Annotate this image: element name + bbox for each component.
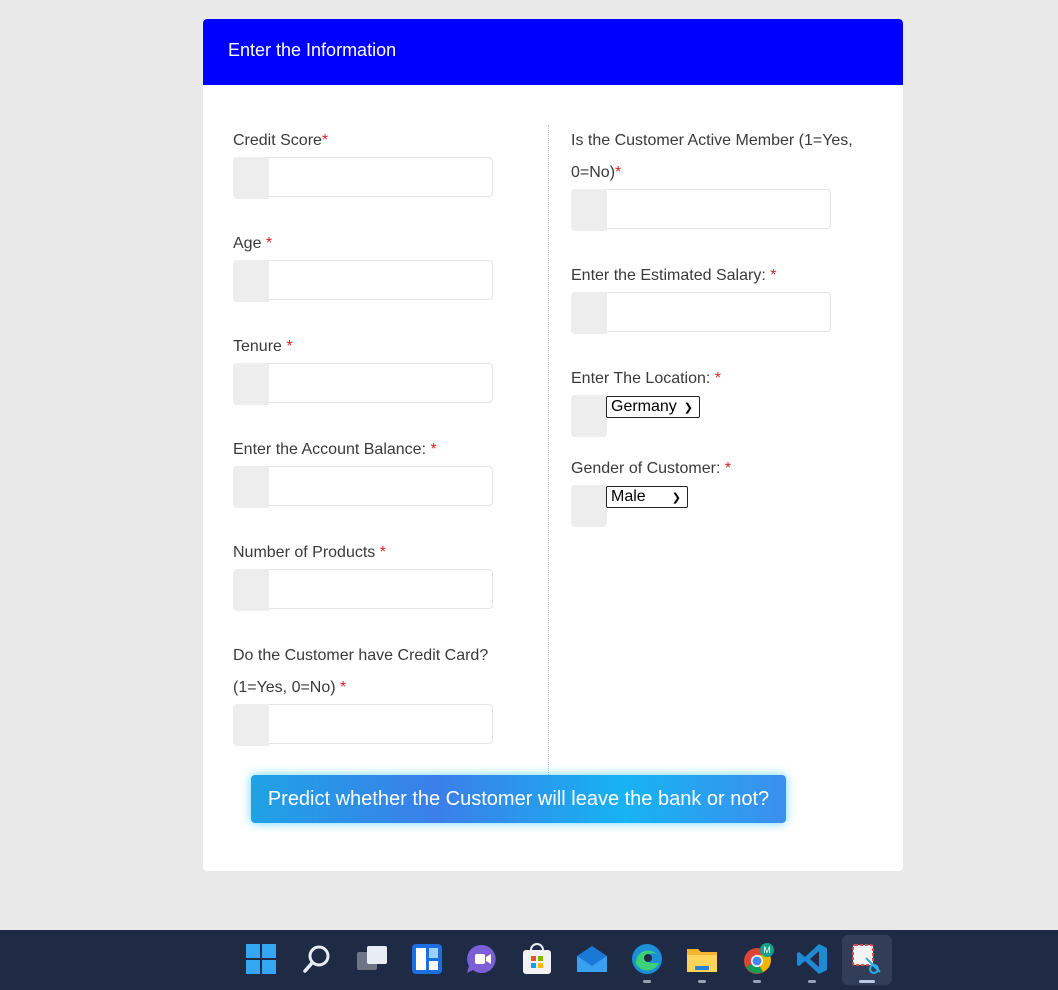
mail-icon[interactable]: [575, 942, 609, 976]
required-mark: *: [724, 460, 732, 477]
active-member-label-line1: Is the Customer Active Member (1=Yes,: [571, 132, 853, 149]
credit-card-field[interactable]: [233, 704, 494, 746]
column-divider: [548, 125, 549, 775]
input-addon: [233, 363, 269, 405]
tenure-input[interactable]: [270, 364, 494, 404]
credit-card-label-line1: Do the Customer have Credit Card?: [233, 647, 489, 664]
required-mark: *: [430, 441, 437, 458]
required-mark: *: [379, 544, 386, 561]
file-explorer-icon[interactable]: [685, 942, 719, 976]
age-field[interactable]: [233, 260, 494, 302]
required-mark: *: [340, 679, 347, 696]
account-balance-label: Enter the Account Balance: *: [233, 441, 437, 458]
teams-chat-icon[interactable]: [465, 942, 499, 976]
account-balance-field[interactable]: [233, 466, 494, 508]
snipping-tool-icon[interactable]: [850, 942, 884, 976]
widgets-icon[interactable]: [410, 942, 444, 976]
input-addon: [571, 189, 607, 231]
tenure-label: Tenure *: [233, 338, 293, 355]
location-label: Enter The Location: *: [571, 370, 722, 387]
running-indicator: [808, 980, 816, 983]
required-mark: *: [321, 132, 329, 149]
estimated-salary-label: Enter the Estimated Salary: *: [571, 267, 777, 284]
age-label: Age *: [233, 235, 273, 252]
form-card: Enter the Information Credit Score* Age …: [203, 19, 903, 871]
active-member-field[interactable]: [571, 189, 832, 231]
windows-start-icon[interactable]: [244, 942, 278, 976]
credit-score-field[interactable]: [233, 157, 494, 199]
required-mark: *: [714, 370, 722, 387]
running-indicator: [643, 980, 651, 983]
tenure-field[interactable]: [233, 363, 494, 405]
num-products-input[interactable]: [270, 570, 494, 610]
predict-button[interactable]: Predict whether the Customer will leave …: [251, 775, 786, 823]
credit-score-label: Credit Score*: [233, 132, 329, 149]
task-view-icon[interactable]: [355, 942, 389, 976]
credit-card-label-line2: (1=Yes, 0=No) *: [233, 679, 347, 696]
input-addon: [233, 260, 269, 302]
edge-icon[interactable]: [630, 942, 664, 976]
running-indicator: [753, 980, 761, 983]
location-addon: [571, 395, 607, 437]
location-select[interactable]: Germany ❯: [606, 396, 700, 418]
num-products-label: Number of Products *: [233, 544, 386, 561]
chrome-icon[interactable]: M: [740, 942, 774, 976]
chevron-down-icon: ❯: [671, 492, 681, 504]
active-indicator: [859, 980, 875, 983]
required-mark: *: [615, 164, 622, 181]
active-member-label-line2: 0=No)*: [571, 164, 622, 181]
gender-select[interactable]: Male ❯: [606, 486, 688, 508]
running-indicator: [698, 980, 706, 983]
input-addon: [233, 157, 269, 199]
required-mark: *: [286, 338, 293, 355]
input-addon: [233, 466, 269, 508]
active-member-input[interactable]: [608, 190, 832, 230]
gender-addon: [571, 485, 607, 527]
estimated-salary-field[interactable]: [571, 292, 832, 334]
num-products-field[interactable]: [233, 569, 494, 611]
card-header: Enter the Information: [203, 19, 903, 85]
vscode-icon[interactable]: [795, 942, 829, 976]
required-mark: *: [265, 235, 273, 252]
credit-score-input[interactable]: [270, 158, 494, 198]
age-input[interactable]: [270, 261, 494, 301]
gender-label: Gender of Customer: *: [571, 460, 732, 477]
required-mark: *: [770, 267, 777, 284]
taskbar: M: [0, 930, 1058, 990]
chevron-down-icon: ❯: [683, 402, 693, 414]
chrome-profile-badge: M: [763, 945, 771, 955]
input-addon: [233, 569, 269, 611]
input-addon: [233, 704, 269, 746]
microsoft-store-icon[interactable]: [520, 942, 554, 976]
credit-card-input[interactable]: [270, 705, 494, 745]
estimated-salary-input[interactable]: [608, 293, 832, 333]
search-icon[interactable]: [300, 942, 334, 976]
page-title: Enter the Information: [228, 40, 397, 60]
account-balance-input[interactable]: [270, 467, 494, 507]
input-addon: [571, 292, 607, 334]
